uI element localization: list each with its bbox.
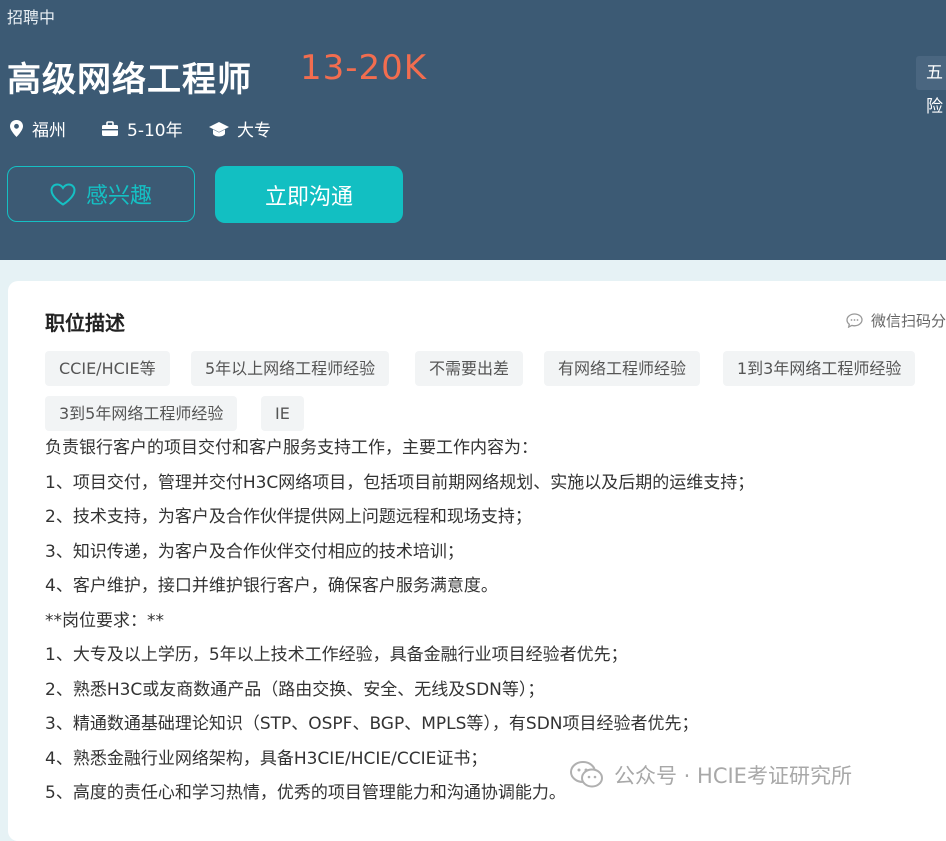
job-header: 招聘中 高级网络工程师 13-20K 五险 福州 5-10年 大专 感兴趣 立即… <box>0 0 946 260</box>
description-line: **岗位要求：** <box>45 610 164 631</box>
interested-label: 感兴趣 <box>85 184 152 209</box>
chat-now-button[interactable]: 立即沟通 <box>215 166 403 223</box>
location-pin-icon <box>10 120 23 137</box>
location-item: 福州 <box>9 116 66 141</box>
skill-tag: CCIE/HCIE等 <box>45 351 170 386</box>
description-line: 负责银行客户的项目交付和客户服务支持工作，主要工作内容为： <box>45 438 538 458</box>
skill-tag: IE <box>261 396 304 431</box>
description-line: 2、熟悉H3C或友商数通产品（路由交换、安全、无线及SDN等）； <box>45 679 545 700</box>
skill-tag: 3到5年网络工程师经验 <box>45 396 238 431</box>
experience-text: 5-10年 <box>127 121 183 141</box>
location-text: 福州 <box>32 121 66 141</box>
heart-icon <box>50 182 76 206</box>
education-text: 大专 <box>237 121 271 141</box>
description-line: 4、客户维护，接口并维护银行客户，确保客户服务满意度。 <box>45 576 498 596</box>
education-item: 大专 <box>209 116 271 141</box>
job-status: 招聘中 <box>7 8 56 27</box>
skill-tag: 5年以上网络工程师经验 <box>191 351 390 386</box>
wechat-icon <box>570 761 603 788</box>
share-label: 微信扫码分享 <box>871 312 946 330</box>
watermark-text: 公众号 · HCIE考证研究所 <box>614 764 852 788</box>
skill-tag: 不需要出差 <box>415 351 524 386</box>
job-description-card: 职位描述 微信扫码分享 CCIE/HCIE等 5年以上网络工程师经验 不需要出差… <box>8 281 946 841</box>
skill-tag: 有网络工程师经验 <box>544 351 701 386</box>
job-title: 高级网络工程师 <box>7 60 252 100</box>
description-line: 1、项目交付，管理并交付H3C网络项目，包括项目前期网络规划、实施以及后期的运维… <box>45 472 755 493</box>
briefcase-icon <box>102 120 118 136</box>
job-salary: 13-20K <box>300 48 428 88</box>
description-line: 1、大专及以上学历，5年以上技术工作经验，具备金融行业项目经验者优先； <box>45 645 628 665</box>
section-title: 职位描述 <box>45 311 125 335</box>
skill-tag: 1到3年网络工程师经验 <box>723 351 916 386</box>
description-line: 3、知识传递，为客户及合作伙伴交付相应的技术培训； <box>45 541 464 562</box>
description-line: 3、精通数通基础理论知识（STP、OSPF、BGP、MPLS等），有SDN项目经… <box>45 714 699 734</box>
wechat-share[interactable]: 微信扫码分享 <box>846 310 946 331</box>
benefit-tag: 五险 <box>916 56 946 117</box>
chat-bubble-icon <box>846 313 863 328</box>
description-line: 2、技术支持，为客户及合作伙伴提供网上问题远程和现场支持； <box>45 507 532 527</box>
graduation-cap-icon <box>209 121 229 136</box>
experience-item: 5-10年 <box>101 116 183 141</box>
watermark: 公众号 · HCIE考证研究所 <box>570 760 852 790</box>
interested-button[interactable]: 感兴趣 <box>7 166 195 222</box>
